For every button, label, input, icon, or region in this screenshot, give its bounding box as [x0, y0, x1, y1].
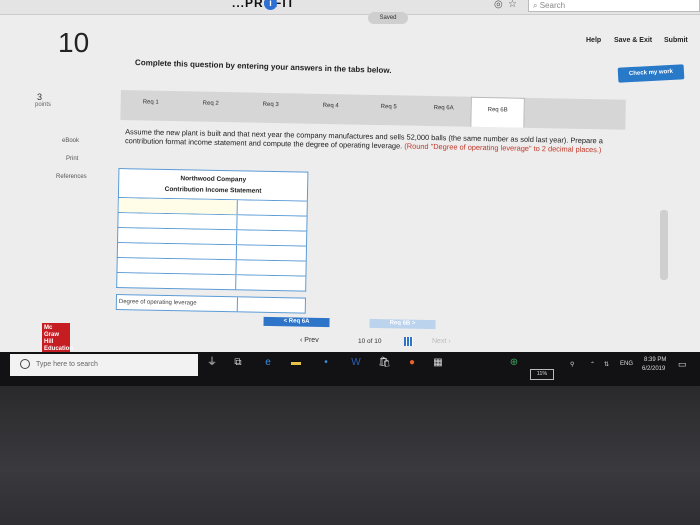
- clock-time[interactable]: 8:39 PM: [644, 357, 666, 363]
- chevron-left-icon: ‹: [300, 337, 303, 344]
- taskbar-search-input[interactable]: Type here to search: [10, 354, 198, 376]
- shield-icon[interactable]: ◎: [494, 0, 503, 10]
- language-indicator[interactable]: ENG: [620, 361, 633, 367]
- clock-date[interactable]: 6/2/2019: [642, 366, 665, 372]
- dropbox-icon[interactable]: •: [320, 357, 332, 369]
- save-exit-button[interactable]: Save & Exit: [614, 37, 652, 44]
- points-value: 3: [37, 92, 43, 102]
- laptop-bezel: [0, 386, 700, 525]
- mcgraw-hill-logo: Mc Graw Hill Education: [42, 323, 74, 352]
- screen: ...PROFIT i ◎ ☆ ⌕ Search Saved 10 Help S…: [0, 0, 700, 352]
- line-item-select[interactable]: [118, 198, 238, 215]
- help-button[interactable]: Help: [586, 37, 601, 44]
- next-label: Next: [432, 338, 447, 345]
- calculator-icon[interactable]: ▦: [432, 357, 444, 369]
- tab-req-3[interactable]: Req 3: [240, 92, 301, 123]
- submit-button[interactable]: Submit: [664, 37, 688, 44]
- dol-label: Degree of operating leverage: [116, 295, 239, 312]
- tab-req-6a[interactable]: Req 6A: [416, 96, 471, 127]
- network-icon[interactable]: ⇅: [604, 361, 609, 368]
- amount-input[interactable]: [236, 260, 305, 275]
- prev-req-button[interactable]: < Req 6A: [263, 316, 330, 328]
- microphone-icon[interactable]: ⏚: [206, 357, 218, 369]
- question-number: 10: [58, 27, 90, 58]
- page-indicator: 10 of 10: [358, 338, 382, 345]
- line-item-select[interactable]: [117, 243, 238, 260]
- battery-indicator[interactable]: 11%: [530, 369, 554, 380]
- taskbar-search-placeholder: Type here to search: [36, 361, 98, 368]
- line-item-select[interactable]: [117, 273, 237, 290]
- word-icon[interactable]: W: [350, 357, 362, 369]
- edge-icon[interactable]: e: [262, 357, 274, 369]
- windows-taskbar: Type here to search ⏚ ⧉ e ▬ • W 🛍 ● ▦ ⊕ …: [0, 352, 700, 386]
- line-item-select[interactable]: [118, 213, 238, 230]
- tab-req-4[interactable]: Req 4: [300, 94, 361, 125]
- dol-row: Degree of operating leverage: [115, 294, 307, 314]
- line-item-select[interactable]: [117, 258, 237, 275]
- security-icon[interactable]: ⊕: [508, 357, 520, 369]
- table-row: [116, 273, 307, 292]
- cortana-icon: [20, 359, 30, 369]
- search-icon: ⌕: [533, 1, 538, 10]
- saved-status-badge: Saved: [368, 12, 408, 24]
- tab-req-1[interactable]: Req 1: [120, 90, 181, 121]
- prev-label: Prev: [304, 337, 319, 344]
- firefox-icon[interactable]: ●: [406, 357, 418, 369]
- star-icon[interactable]: ☆: [508, 0, 517, 10]
- browser-toolbar: ...PROFIT i ◎ ☆ ⌕ Search: [0, 0, 700, 15]
- chevron-right-icon: ›: [448, 338, 451, 345]
- amount-input[interactable]: [237, 245, 306, 260]
- check-my-work-button[interactable]: Check my work: [617, 64, 685, 83]
- dol-input[interactable]: [238, 297, 305, 312]
- amount-input[interactable]: [237, 230, 306, 245]
- notification-icon[interactable]: ▭: [678, 359, 687, 370]
- grid-icon[interactable]: [404, 337, 413, 346]
- income-statement-table: Northwood Company Contribution Income St…: [115, 168, 309, 314]
- browser-search-input[interactable]: ⌕ Search: [528, 0, 700, 12]
- store-icon[interactable]: 🛍: [378, 357, 391, 369]
- tab-req-6b[interactable]: Req 6B: [470, 96, 525, 128]
- question-panel: Req 1 Req 2 Req 3 Req 4 Req 5 Req 6A Req…: [113, 88, 630, 338]
- amount-input[interactable]: [237, 215, 306, 230]
- statement-title: Contribution Income Statement: [164, 185, 262, 195]
- scrollbar[interactable]: [660, 210, 668, 280]
- file-explorer-icon[interactable]: ▬: [290, 357, 302, 369]
- prev-button[interactable]: ‹ Prev: [300, 337, 319, 344]
- next-req-button[interactable]: Req 6B >: [369, 318, 436, 330]
- browser-search-placeholder: Search: [539, 1, 566, 10]
- sidebar-item-references[interactable]: References: [56, 174, 87, 180]
- next-button[interactable]: Next ›: [432, 338, 451, 345]
- total-pages: 10: [374, 338, 382, 345]
- page-of: of: [367, 338, 373, 345]
- instruction-text: Complete this question by entering your …: [134, 58, 392, 76]
- tab-req-2[interactable]: Req 2: [180, 91, 241, 122]
- amount-input[interactable]: [238, 200, 307, 215]
- statement-header: Northwood Company Contribution Income St…: [117, 168, 309, 202]
- chevron-up-icon[interactable]: ⌃: [590, 361, 595, 368]
- people-icon[interactable]: ⚲: [570, 361, 574, 368]
- task-view-icon[interactable]: ⧉: [232, 357, 244, 369]
- sidebar-item-print[interactable]: Print: [66, 156, 78, 162]
- points-label: points: [35, 102, 52, 108]
- tab-req-5[interactable]: Req 5: [360, 95, 417, 126]
- current-page: 10: [358, 338, 366, 345]
- requirement-tabs: Req 1 Req 2 Req 3 Req 4 Req 5 Req 6A Req…: [120, 90, 626, 130]
- question-text: Assume the new plant is built and that n…: [125, 127, 617, 154]
- sidebar-item-ebook[interactable]: eBook: [62, 138, 79, 144]
- amount-input[interactable]: [236, 275, 305, 290]
- line-item-select[interactable]: [118, 228, 238, 245]
